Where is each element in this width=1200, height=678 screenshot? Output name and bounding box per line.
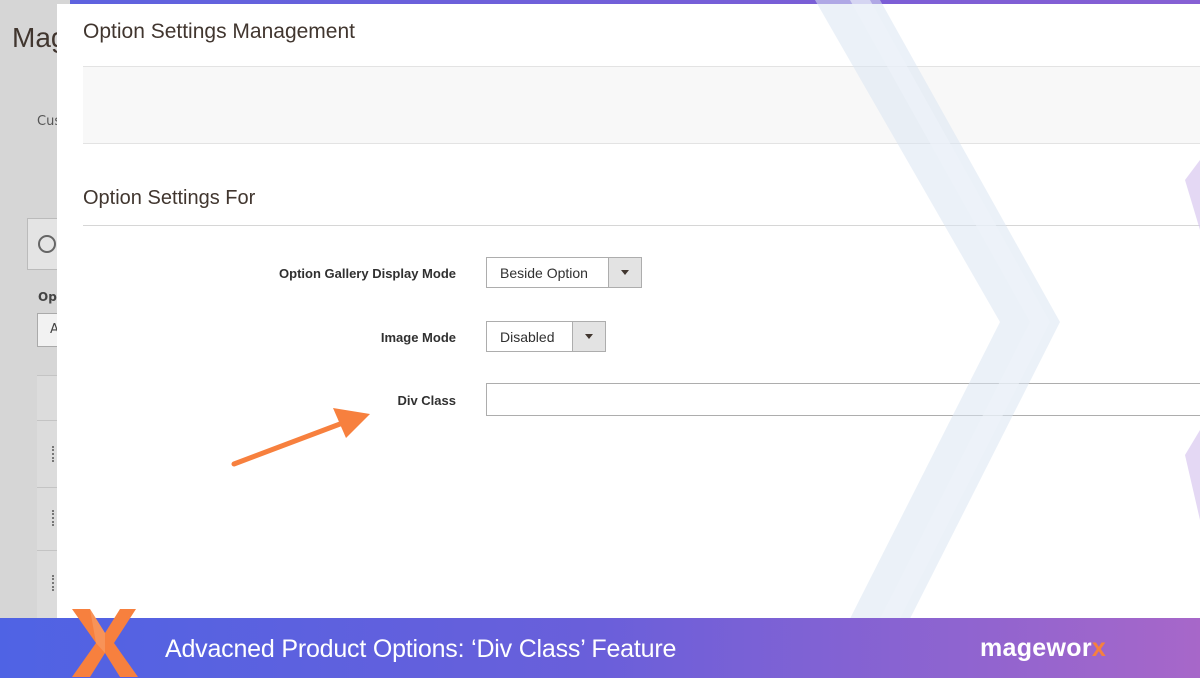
banner-title: Advacned Product Options: ‘Div Class’ Fe… xyxy=(165,635,677,663)
brand-logo: mageworx xyxy=(980,634,1106,663)
collapse-circle-icon xyxy=(38,235,56,253)
background-options-label: Op xyxy=(38,290,57,304)
section-divider xyxy=(83,225,1200,226)
modal-toolbar xyxy=(83,66,1200,144)
brand-name: magewor xyxy=(980,634,1092,662)
image-mode-value: Disabled xyxy=(500,329,555,345)
modal-title: Option Settings Management xyxy=(83,20,355,43)
image-mode-label: Image Mode xyxy=(380,330,456,345)
gallery-mode-value: Beside Option xyxy=(500,265,588,281)
brand-accent: x xyxy=(1091,634,1107,662)
image-mode-select[interactable]: Disabled xyxy=(486,321,606,352)
x-logo-icon xyxy=(72,609,138,677)
chevron-down-icon[interactable] xyxy=(572,322,605,351)
section-title: Option Settings For xyxy=(83,187,256,209)
gallery-mode-label: Option Gallery Display Mode xyxy=(279,266,456,281)
option-settings-modal: Option Settings Management Option Settin… xyxy=(57,4,1200,618)
chevron-down-icon[interactable] xyxy=(608,258,641,287)
gallery-mode-select[interactable]: Beside Option xyxy=(486,257,642,288)
div-class-label: Div Class xyxy=(397,393,456,408)
div-class-input[interactable] xyxy=(486,383,1200,416)
bottom-banner: Advacned Product Options: ‘Div Class’ Fe… xyxy=(0,618,1200,678)
